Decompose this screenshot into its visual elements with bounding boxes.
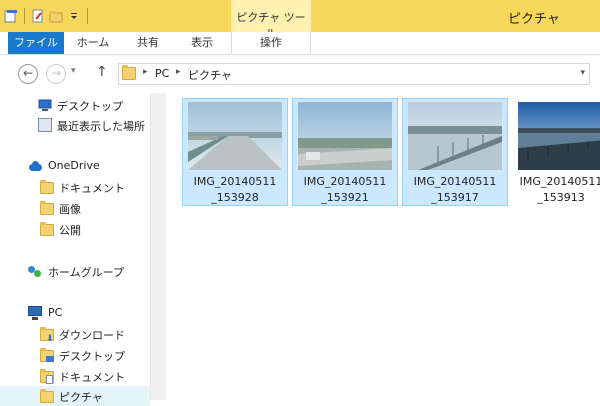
desktop-icon [38,98,52,112]
back-arrow-icon: ← [22,66,34,80]
file-name: IMG_20140511 _153928 [183,174,287,206]
file-name-line: _153913 [537,191,585,204]
file-name-line: IMG_20140511 [413,175,497,188]
tab-file[interactable]: ファイル [8,32,64,54]
new-document-icon[interactable] [31,9,45,23]
folder-icon [40,201,54,215]
breadcrumb-separator-icon[interactable]: ▸ [176,67,181,77]
file-name-line: _153928 [211,191,259,204]
nav-item-label: ホームグループ [48,266,125,279]
file-name: IMG_20140511 _153913 [513,174,600,206]
breadcrumb-pc[interactable]: PC [155,67,169,80]
nav-item-label: ドキュメント [59,182,125,195]
nav-item-label: 最近表示した場所 [57,120,145,133]
nav-item-label: ダウンロード [59,329,125,342]
forward-button[interactable]: → [46,64,66,84]
navigation-pane: デスクトップ 最近表示した場所 OneDrive ドキュメント 画像 公開 ホー… [0,93,150,406]
nav-item-onedrive[interactable]: OneDrive [0,156,150,176]
tab-share[interactable]: 共有 [122,32,174,54]
nav-item-homegroup[interactable]: ホームグループ [0,261,150,281]
file-name-line: _153921 [321,191,369,204]
file-list: IMG_20140511 _153928 IMG_20140511 _15392… [166,93,600,400]
photo-thumbnail [188,102,282,170]
photo-thumbnail [298,102,392,170]
ribbon-tabs: ファイル ホーム 共有 表示 操作 [0,32,600,55]
context-tab-group: ピクチャ ツール [231,0,311,40]
desktop-folder-icon [40,348,54,362]
document-badge-icon [46,375,53,384]
photo-thumbnail [518,102,600,170]
tab-manage[interactable]: 操作 [231,32,311,54]
file-name: IMG_20140511 _153921 [293,174,397,206]
title-bar: ピクチャ ツール ピクチャ [0,0,600,40]
pc-icon [28,306,42,320]
recent-places-icon [38,118,52,132]
address-dropdown-icon[interactable]: ▾ [580,68,585,78]
nav-item-label: OneDrive [48,159,100,172]
nav-item-pc-documents[interactable]: ドキュメント [0,366,150,386]
quick-access-toolbar [4,6,90,26]
new-folder-icon[interactable] [49,9,63,23]
file-item[interactable]: IMG_20140511 _153917 [402,98,508,206]
back-button[interactable]: ← [18,64,38,84]
navigation-pane-scrollbar[interactable] [150,93,166,400]
file-name-line: IMG_20140511 [303,175,387,188]
address-bar[interactable]: ▸ PC ▸ ピクチャ ▾ [118,63,590,85]
onedrive-icon [28,159,42,173]
nav-item-label: PC [48,306,63,319]
file-item[interactable]: IMG_20140511 _153928 [182,98,288,206]
customize-qat-dropdown-icon[interactable] [67,9,81,23]
nav-item-downloads[interactable]: ⬇ ダウンロード [0,324,150,344]
file-name: IMG_20140511 _153917 [403,174,507,206]
breadcrumb-separator-icon[interactable]: ▸ [143,67,148,77]
nav-item-pictures[interactable]: ピクチャ [0,386,150,406]
nav-item-label: 画像 [59,203,81,216]
photo-thumbnail [408,102,502,170]
desktop-badge-icon [46,356,54,362]
window-title: ピクチャ [508,12,560,27]
folder-icon [40,222,54,236]
file-item[interactable]: IMG_20140511 _153913 [512,98,600,206]
breadcrumb-pictures[interactable]: ピクチャ [188,67,232,83]
qat-separator [87,8,88,24]
nav-item-label: デスクトップ [57,100,123,113]
nav-item-onedrive-images[interactable]: 画像 [0,198,150,218]
folder-icon [40,180,54,194]
address-row: ← → ▾ ↑ ▸ PC ▸ ピクチャ ▾ [0,55,600,93]
file-name-line: IMG_20140511 [519,175,600,188]
downloads-folder-icon: ⬇ [40,327,54,344]
documents-folder-icon [40,369,54,384]
properties-icon[interactable] [4,9,18,23]
nav-item-label: 公開 [59,224,81,237]
forward-arrow-icon: → [50,66,62,80]
pictures-folder-icon [122,65,136,80]
homegroup-icon [28,264,42,278]
qat-separator [24,8,25,24]
up-arrow-icon[interactable]: ↑ [96,64,108,80]
nav-item-pc-desktop[interactable]: デスクトップ [0,345,150,365]
tab-home[interactable]: ホーム [64,32,122,54]
file-name-line: IMG_20140511 [193,175,277,188]
nav-item-onedrive-public[interactable]: 公開 [0,219,150,239]
nav-item-label: ドキュメント [59,371,125,384]
file-name-line: _153917 [431,191,479,204]
file-item[interactable]: IMG_20140511 _153921 [292,98,398,206]
recent-locations-dropdown-icon[interactable]: ▾ [71,66,76,76]
nav-item-label: デスクトップ [59,350,125,363]
nav-item-pc[interactable]: PC [0,303,150,323]
nav-item-label: ピクチャ [59,391,103,404]
nav-item-recent-places[interactable]: 最近表示した場所 [0,115,150,135]
tab-view[interactable]: 表示 [174,32,230,54]
download-arrow-icon: ⬇ [46,334,54,344]
pictures-folder-icon [40,389,54,403]
nav-item-desktop[interactable]: デスクトップ [0,95,150,115]
nav-item-onedrive-documents[interactable]: ドキュメント [0,177,150,197]
